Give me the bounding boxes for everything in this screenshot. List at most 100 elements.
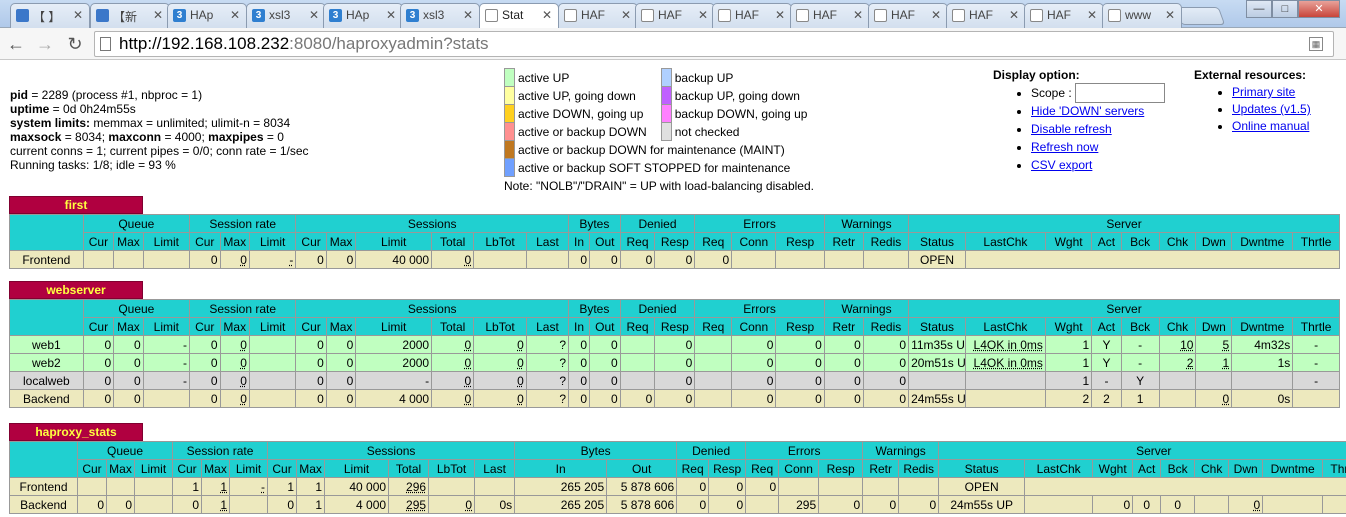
close-tab-icon[interactable]: ✕: [73, 8, 83, 22]
browser-tab[interactable]: 【 】 ✕: [10, 3, 90, 28]
stat-value[interactable]: 0: [517, 392, 524, 406]
row-name[interactable]: Frontend: [9, 250, 84, 269]
close-tab-icon[interactable]: ✕: [621, 8, 631, 22]
browser-tab[interactable]: HAF ✕: [712, 3, 792, 28]
close-tab-icon[interactable]: ✕: [1087, 8, 1097, 22]
stat-cell: [248, 389, 297, 408]
stat-value[interactable]: 0: [1253, 498, 1260, 512]
stat-value[interactable]: 10: [1180, 338, 1193, 352]
browser-tab-bar: — □ ✕ 【 】 ✕ 【新 ✕ 3 HAp ✕ 3 xsl3 ✕ 3 HAp ✕ 3 xsl3 ✕ Stat ✕…: [0, 0, 1346, 29]
proxy-name-label[interactable]: first: [9, 196, 143, 214]
close-tab-icon[interactable]: ✕: [309, 8, 319, 22]
row-name[interactable]: web2: [9, 353, 84, 372]
close-tab-icon[interactable]: ✕: [931, 8, 941, 22]
stat-value[interactable]: 296: [406, 480, 426, 494]
proxy-name-label[interactable]: webserver: [9, 281, 143, 299]
close-tab-icon[interactable]: ✕: [853, 8, 863, 22]
browser-tab[interactable]: HAF ✕: [946, 3, 1026, 28]
stat-value[interactable]: 0: [517, 356, 524, 370]
browser-tab[interactable]: HAF ✕: [635, 3, 715, 28]
stat-value[interactable]: 5: [1223, 338, 1230, 352]
stat-value[interactable]: 1: [1223, 356, 1230, 370]
stat-cell: [142, 389, 191, 408]
stat-cell: -: [142, 353, 191, 372]
stat-value[interactable]: 0: [240, 392, 247, 406]
csv-export-link[interactable]: CSV export: [1031, 158, 1092, 172]
column-header: Dwn: [1228, 459, 1264, 478]
proxy-name-label[interactable]: haproxy_stats: [9, 423, 143, 441]
stat-value[interactable]: 0: [517, 338, 524, 352]
close-tab-icon[interactable]: ✕: [1165, 8, 1175, 22]
browser-tab[interactable]: 3 xsl3 ✕: [400, 3, 480, 28]
stat-value[interactable]: 0: [465, 356, 472, 370]
page-action-icon[interactable]: ▦: [1309, 37, 1323, 51]
stat-value[interactable]: L4OK in 0ms: [974, 338, 1043, 352]
address-bar[interactable]: http://192.168.108.232:8080/haproxyadmin…: [94, 31, 1334, 57]
primary-site-link[interactable]: Primary site: [1232, 85, 1295, 99]
close-tab-icon[interactable]: ✕: [153, 8, 163, 22]
column-header: Conn: [731, 232, 777, 251]
stat-cell: -: [248, 250, 297, 269]
updates-link[interactable]: Updates (v1.5): [1232, 102, 1311, 116]
stat-value[interactable]: L4OK in 0ms: [974, 356, 1043, 370]
reload-icon[interactable]: ↻: [63, 32, 87, 56]
close-tab-icon[interactable]: ✕: [386, 8, 396, 22]
stat-value[interactable]: 0: [465, 253, 472, 267]
column-header: Redis: [862, 317, 910, 336]
stat-value[interactable]: 0: [517, 374, 524, 388]
close-tab-icon[interactable]: ✕: [230, 8, 240, 22]
stat-value[interactable]: 0: [465, 374, 472, 388]
stat-value[interactable]: 1: [220, 480, 227, 494]
browser-tab[interactable]: Stat ✕: [479, 3, 559, 29]
scope-input[interactable]: [1075, 83, 1166, 103]
stat-cell: 1: [1044, 353, 1093, 372]
close-tab-icon[interactable]: ✕: [775, 8, 785, 22]
stat-value[interactable]: 0: [240, 253, 247, 267]
hide-down-link[interactable]: Hide 'DOWN' servers: [1031, 104, 1144, 118]
row-name[interactable]: Frontend: [9, 477, 78, 496]
back-icon[interactable]: ←: [4, 32, 28, 56]
stat-value[interactable]: 0: [240, 338, 247, 352]
refresh-now-link[interactable]: Refresh now: [1031, 140, 1098, 154]
stat-value[interactable]: 0: [1223, 392, 1230, 406]
stat-cell: [1195, 371, 1233, 390]
browser-tab[interactable]: HAF ✕: [558, 3, 638, 28]
row-name[interactable]: localweb: [9, 371, 84, 390]
stat-value[interactable]: 1: [220, 498, 227, 512]
close-tab-icon[interactable]: ✕: [463, 8, 473, 22]
maximize-icon[interactable]: □: [1272, 0, 1298, 18]
row-name[interactable]: web1: [9, 335, 84, 354]
browser-tab[interactable]: 3 xsl3 ✕: [246, 3, 326, 28]
stat-value[interactable]: 295: [406, 498, 426, 512]
stat-value[interactable]: 0: [465, 498, 472, 512]
stat-value[interactable]: 2: [1187, 356, 1194, 370]
stat-value[interactable]: 0: [240, 374, 247, 388]
close-tab-icon[interactable]: ✕: [542, 8, 552, 22]
row-name[interactable]: Backend: [9, 495, 78, 514]
row-name[interactable]: Backend: [9, 389, 84, 408]
browser-tab[interactable]: 【新 ✕: [90, 3, 170, 28]
stat-cell: 0: [1132, 495, 1162, 514]
online-manual-link[interactable]: Online manual: [1232, 119, 1309, 133]
stat-cell: 0: [775, 389, 825, 408]
disable-refresh-link[interactable]: Disable refresh: [1031, 122, 1112, 136]
column-header: Limit: [133, 459, 174, 478]
column-header: Thrtle: [1292, 232, 1340, 251]
stat-value[interactable]: 0: [465, 392, 472, 406]
browser-tab[interactable]: HAF ✕: [868, 3, 948, 28]
new-tab-button[interactable]: [1174, 7, 1226, 25]
stat-value[interactable]: 0: [240, 356, 247, 370]
browser-tab[interactable]: 3 HAp ✕: [323, 3, 403, 28]
close-tab-icon[interactable]: ✕: [698, 8, 708, 22]
browser-tab[interactable]: HAF ✕: [790, 3, 870, 28]
stat-value[interactable]: -: [289, 253, 293, 267]
stat-value[interactable]: -: [261, 480, 265, 494]
forward-icon[interactable]: →: [33, 32, 57, 56]
stat-value[interactable]: 0: [465, 338, 472, 352]
browser-tab[interactable]: HAF ✕: [1024, 3, 1104, 28]
close-tab-icon[interactable]: ✕: [1009, 8, 1019, 22]
close-window-icon[interactable]: ✕: [1298, 0, 1340, 18]
browser-tab[interactable]: www ✕: [1102, 3, 1182, 28]
minimize-icon[interactable]: —: [1246, 0, 1272, 18]
browser-tab[interactable]: 3 HAp ✕: [167, 3, 247, 28]
